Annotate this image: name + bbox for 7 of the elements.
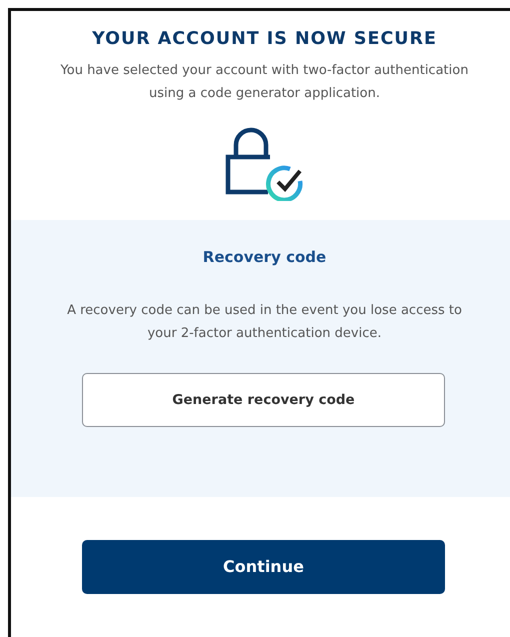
continue-button[interactable]: Continue: [82, 540, 445, 594]
page-title: YOUR ACCOUNT IS NOW SECURE: [91, 28, 438, 50]
lock-check-icon: [224, 125, 306, 201]
generate-code-button[interactable]: Generate recovery code: [82, 373, 445, 427]
description: You have selected your account with two-factor authentication using a code generator application.: [60, 62, 470, 103]
recovery-description: A recovery code can be used in the event you lose access to your 2-factor authentication device.: [66, 302, 463, 343]
section-heading: Recovery code: [202, 248, 328, 266]
